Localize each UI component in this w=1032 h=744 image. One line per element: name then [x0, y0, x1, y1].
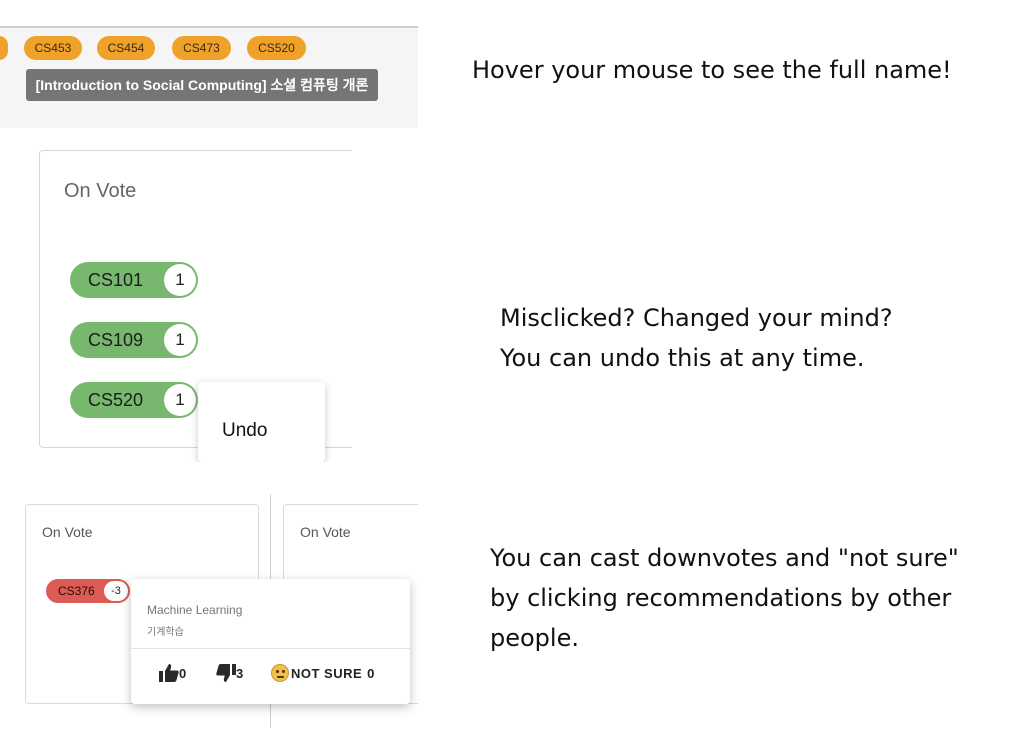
- undo-menu-item[interactable]: Undo: [222, 420, 267, 442]
- downvote-count: 3: [236, 665, 244, 681]
- crop-mask: [352, 140, 432, 470]
- thumb-up-icon: [159, 664, 179, 682]
- chip-count: 1: [164, 264, 196, 296]
- course-name-en: Machine Learning: [147, 603, 243, 617]
- vote-chip-cs376[interactable]: CS376 -3: [46, 579, 130, 603]
- chip-count: -3: [104, 581, 128, 601]
- not-sure-label: NOT SURE: [291, 665, 363, 681]
- crop-mask-right: [418, 494, 438, 734]
- upvote-count: 0: [179, 665, 187, 681]
- downvote-caption: You can cast downvotes and "not sure" by…: [490, 544, 959, 652]
- on-vote-title-right: On Vote: [300, 524, 351, 540]
- chip-label: CS101: [88, 269, 144, 290]
- thumb-down-icon: [216, 664, 236, 682]
- thinking-face-icon: [271, 664, 289, 682]
- chip-count: 1: [164, 324, 196, 356]
- chip-label: CS520: [88, 389, 144, 410]
- course-chip-bar: CS453 CS454 CS473 CS520 [Introduction to…: [0, 26, 418, 128]
- chip-count: 1: [164, 384, 196, 416]
- course-chip-cs453[interactable]: CS453: [24, 36, 82, 60]
- vote-chip-cs109[interactable]: CS109 1: [70, 322, 198, 358]
- not-sure-button[interactable]: NOT SURE 0: [271, 661, 374, 685]
- recommendation-popover: Machine Learning 기계학습 0 3 NOT SURE 0: [131, 579, 410, 704]
- vote-chip-cs101[interactable]: CS101 1: [70, 262, 198, 298]
- crop-mask-bottom: [190, 462, 340, 482]
- on-vote-title-left: On Vote: [42, 524, 93, 540]
- course-chip-cs454[interactable]: CS454: [97, 36, 155, 60]
- chip-label: CS376: [58, 584, 95, 598]
- upvote-button[interactable]: 0: [159, 661, 186, 685]
- not-sure-count: 0: [367, 665, 375, 681]
- chip-label: CS109: [88, 329, 144, 350]
- downvote-button[interactable]: 3: [216, 661, 243, 685]
- course-chip-cs520[interactable]: CS520: [247, 36, 306, 60]
- undo-caption: Misclicked? Changed your mind? You can u…: [500, 304, 893, 372]
- hover-caption: Hover your mouse to see the full name!: [472, 56, 952, 84]
- course-name-ko: 기계학습: [147, 627, 184, 638]
- on-vote-title: On Vote: [64, 180, 137, 202]
- course-name-tooltip: [Introduction to Social Computing] 소셜 컴퓨…: [26, 69, 378, 101]
- popover-divider: [131, 648, 410, 649]
- vote-chip-cs520[interactable]: CS520 1: [70, 382, 198, 418]
- course-chip-partial[interactable]: [0, 36, 8, 60]
- chip-context-menu: Undo: [198, 382, 325, 462]
- course-chip-cs473[interactable]: CS473: [172, 36, 231, 60]
